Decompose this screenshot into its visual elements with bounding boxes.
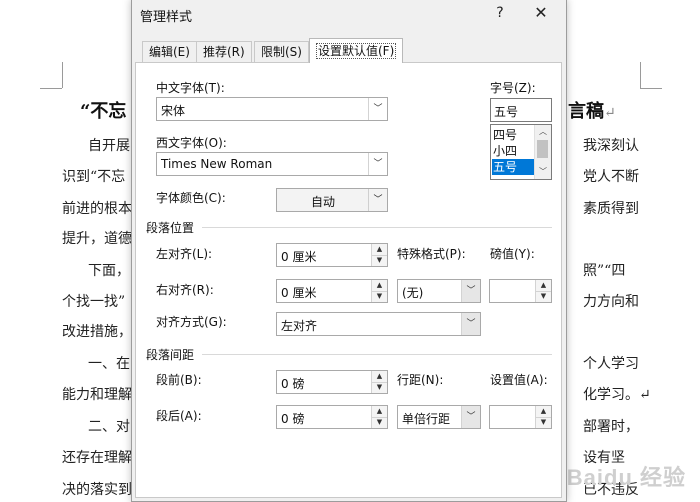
font-size-input[interactable]: 五号 (490, 98, 552, 122)
spin-down-icon[interactable]: ▼ (372, 417, 387, 428)
tab-restrict[interactable]: 限制(S) (254, 41, 309, 62)
paragraph-spacing-heading: 段落间距 (146, 348, 195, 362)
doc-line-left: 自开展 (88, 138, 130, 154)
doc-line-left: 还存在理解 (62, 450, 132, 466)
doc-line-left: 二、对 (88, 419, 130, 435)
space-before-spinner[interactable]: 0 磅 ▲ ▼ (276, 370, 388, 394)
section-divider (202, 354, 552, 355)
set-value-spinner[interactable]: ▲ ▼ (489, 405, 552, 429)
chevron-down-icon[interactable]: ﹀ (461, 406, 480, 428)
special-value-label: 磅值(Y): (490, 247, 535, 261)
watermark: Baidu 经验 (566, 465, 686, 490)
paragraph-position-heading: 段落位置 (146, 221, 195, 235)
spin-down-icon[interactable]: ▼ (372, 291, 387, 302)
spin-down-icon[interactable]: ▼ (536, 417, 551, 428)
chevron-down-icon[interactable]: ﹀ (368, 153, 387, 175)
western-font-select[interactable]: Times New Roman ﹀ (156, 152, 388, 176)
alignment-select[interactable]: 左对齐 ﹀ (276, 312, 481, 336)
font-size-option-selected[interactable]: 五号 (492, 159, 538, 175)
left-indent-label: 左对齐(L): (156, 247, 213, 261)
doc-line-right: 党人不断 (583, 169, 639, 185)
special-format-select[interactable]: (无) ﹀ (397, 279, 481, 303)
font-size-option[interactable]: 小四 (492, 143, 538, 159)
doc-line-left: 改进措施， (62, 324, 132, 340)
western-font-label: 西文字体(O): (156, 136, 227, 150)
special-format-label: 特殊格式(P): (397, 247, 466, 261)
special-value-spinner[interactable]: ▲ ▼ (489, 279, 552, 303)
scroll-up-icon[interactable]: ︿ (535, 125, 551, 139)
spin-down-icon[interactable]: ▼ (372, 382, 387, 393)
left-indent-spinner[interactable]: 0 厘米 ▲ ▼ (276, 243, 388, 267)
tab-panel: 中文字体(T): 宋体 ﹀ 西文字体(O): Times New Roman ﹀… (135, 62, 562, 498)
tab-edit[interactable]: 编辑(E) (142, 41, 197, 62)
line-spacing-select[interactable]: 单倍行距 ﹀ (397, 405, 481, 429)
doc-line-left: 前进的根本 (62, 201, 132, 217)
set-value-label: 设置值(A): (490, 373, 548, 387)
doc-line-left: 一、在 (88, 356, 130, 372)
doc-line-left: 识到“不忘 (62, 169, 126, 185)
dialog-title: 管理样式 (140, 10, 193, 25)
crop-mark-top-left (62, 62, 63, 88)
section-divider (202, 227, 552, 228)
doc-line-right: 照”“四 (583, 263, 626, 279)
chevron-down-icon[interactable]: ﹀ (461, 313, 480, 335)
doc-line-right: 个人学习 (583, 356, 639, 372)
doc-line-right: 素质得到 (583, 201, 639, 217)
chinese-font-label: 中文字体(T): (156, 81, 225, 95)
crop-mark-top-left-h (40, 88, 62, 89)
space-before-label: 段前(B): (156, 373, 202, 387)
font-size-label: 字号(Z): (490, 81, 536, 95)
crop-mark-top-right (640, 62, 641, 88)
crop-mark-top-right-h (640, 88, 662, 89)
doc-title-right: 言稿↵ (568, 101, 616, 122)
doc-line-left: 决的落实到 (62, 482, 132, 498)
spin-down-icon[interactable]: ▼ (372, 255, 387, 266)
alignment-label: 对齐方式(G): (156, 315, 227, 329)
doc-line-left: 提升，道德 (62, 231, 132, 247)
line-spacing-label: 行距(N): (397, 373, 444, 387)
scrollbar-thumb[interactable] (537, 140, 548, 158)
chinese-font-select[interactable]: 宋体 ﹀ (156, 97, 388, 121)
help-button[interactable]: ? (490, 3, 510, 23)
chevron-down-icon[interactable]: ﹀ (368, 189, 387, 211)
doc-title-left: “不忘 (80, 101, 127, 122)
tab-set-defaults[interactable]: 设置默认值(F) (309, 38, 404, 63)
chevron-down-icon[interactable]: ﹀ (461, 280, 480, 302)
font-color-select[interactable]: 自动 ﹀ (276, 188, 388, 212)
doc-line-right: 我深刻认 (583, 138, 639, 154)
space-after-spinner[interactable]: 0 磅 ▲ ▼ (276, 405, 388, 429)
doc-line-left: 能力和理解 (62, 387, 132, 403)
doc-line-right: 部署时， (583, 419, 639, 435)
doc-line-right: 化学习。↵ (583, 387, 651, 403)
scroll-down-icon[interactable]: ﹀ (535, 165, 551, 179)
right-indent-label: 右对齐(R): (156, 283, 214, 297)
font-size-list[interactable]: 四号 小四 五号 ︿ ﹀ (490, 124, 552, 180)
doc-line-right: 力方向和 (583, 294, 639, 310)
chevron-down-icon[interactable]: ﹀ (368, 98, 387, 120)
space-after-label: 段后(A): (156, 409, 202, 423)
font-size-scrollbar[interactable]: ︿ ﹀ (534, 125, 551, 179)
doc-line-left: 个找一找” (62, 294, 126, 310)
tab-recommend[interactable]: 推荐(R) (196, 41, 252, 62)
right-indent-spinner[interactable]: 0 厘米 ▲ ▼ (276, 279, 388, 303)
font-color-label: 字体颜色(C): (156, 191, 226, 205)
close-button[interactable]: ✕ (530, 3, 552, 23)
spin-down-icon[interactable]: ▼ (536, 291, 551, 302)
manage-styles-dialog: 管理样式 ? ✕ 编辑(E) 推荐(R) 限制(S) 设置默认值(F) 中文字体… (131, 0, 567, 502)
font-size-option[interactable]: 四号 (492, 127, 538, 143)
doc-line-left: 下面， (88, 263, 130, 279)
